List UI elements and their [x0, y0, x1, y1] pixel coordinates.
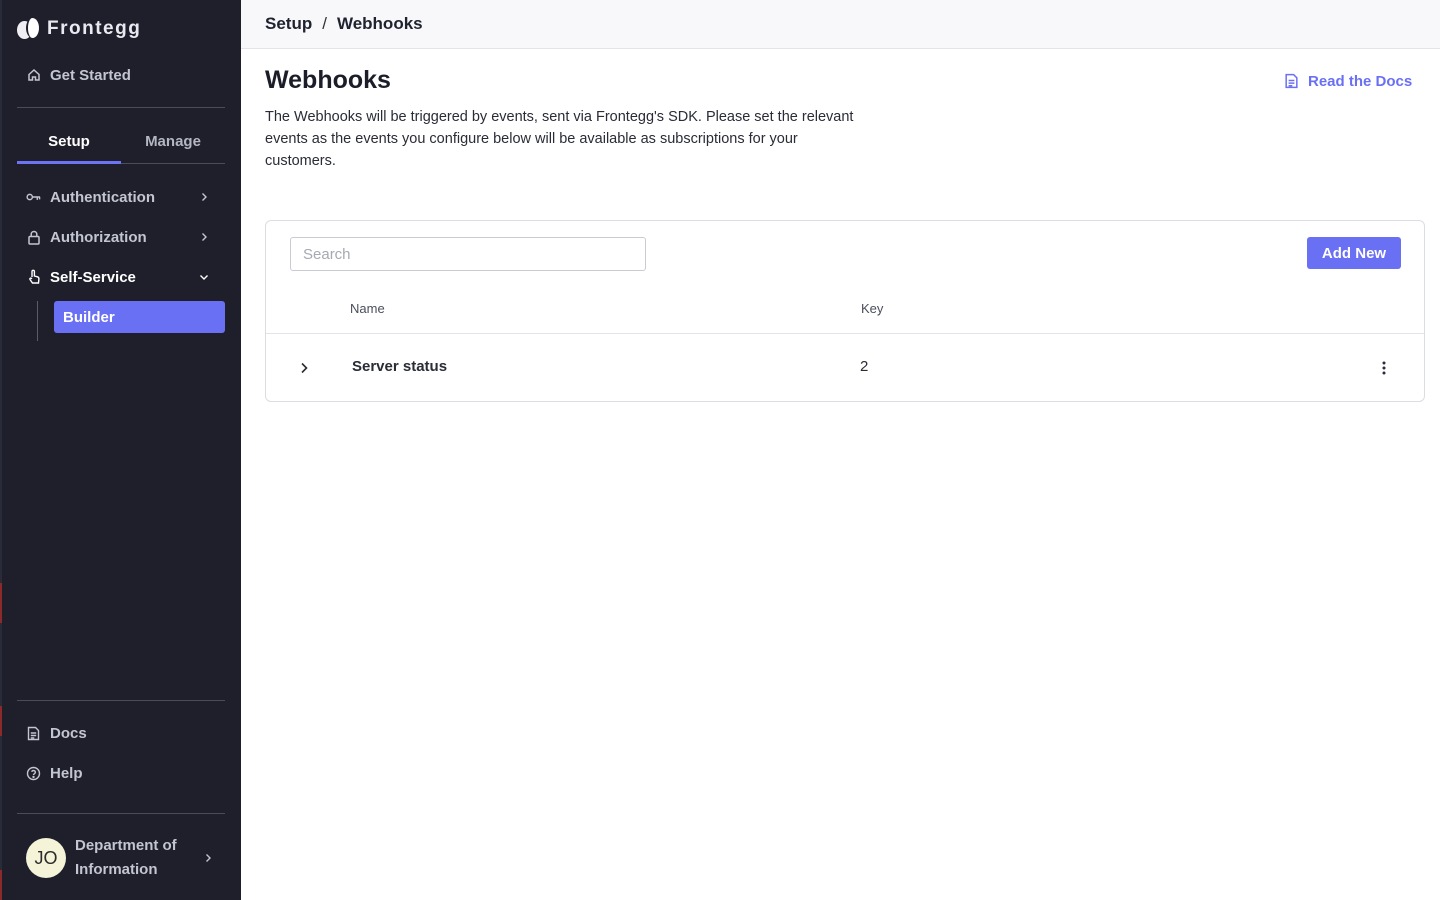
page-description: The Webhooks will be triggered by events… — [265, 109, 854, 169]
read-docs-link[interactable]: Read the Docs — [1284, 70, 1412, 92]
avatar: JO — [26, 838, 66, 878]
chevron-right-icon — [206, 854, 211, 862]
webhooks-table-card: Add New Name Key Server status 2 — [265, 220, 1425, 402]
column-header-key: Key — [861, 301, 884, 316]
lock-icon — [26, 230, 41, 245]
sidebar-item-label: Authorization — [50, 228, 147, 246]
sidebar-item-label: Help — [50, 764, 83, 782]
divider — [17, 107, 225, 108]
chevron-right-icon — [202, 233, 207, 241]
sidebar-item-label: Docs — [50, 724, 87, 742]
brand-logo[interactable]: Frontegg — [17, 15, 141, 43]
breadcrumb-separator: / — [322, 14, 327, 33]
home-icon — [26, 68, 41, 83]
sidebar-item-help[interactable]: Help — [17, 758, 225, 788]
page-title: Webhooks — [265, 66, 391, 94]
hand-pointer-icon — [26, 269, 41, 285]
read-docs-label: Read the Docs — [1308, 72, 1413, 90]
sidebar-subitem-builder[interactable]: Builder — [54, 301, 225, 333]
brand-name: Frontegg — [47, 18, 142, 39]
sidebar-edge — [0, 0, 2, 900]
sidebar-item-docs[interactable]: Docs — [17, 718, 225, 748]
document-icon — [1285, 73, 1298, 89]
breadcrumb-parent[interactable]: Setup — [265, 14, 312, 34]
chevron-right-icon[interactable] — [296, 360, 312, 376]
frontegg-logo-icon — [17, 18, 39, 40]
breadcrumb: Setup / Webhooks — [241, 0, 1440, 49]
column-header-name: Name — [350, 301, 385, 316]
window-edge-mark — [0, 706, 2, 736]
search-input[interactable] — [290, 237, 646, 271]
tab-manage[interactable]: Manage — [121, 120, 225, 163]
divider — [17, 700, 225, 701]
help-circle-icon — [26, 766, 41, 781]
chevron-right-icon — [202, 193, 207, 201]
add-new-button[interactable]: Add New — [1307, 237, 1401, 269]
user-menu[interactable]: JO Department of Information — [17, 826, 225, 890]
key-icon — [26, 190, 41, 205]
tab-setup[interactable]: Setup — [17, 120, 121, 164]
table-row[interactable]: Server status 2 — [266, 334, 1424, 401]
sidebar-item-label: Authentication — [50, 188, 155, 206]
window-edge-mark — [0, 870, 2, 900]
sidebar-item-self-service[interactable]: Self-Service — [17, 262, 225, 292]
sidebar-item-authorization[interactable]: Authorization — [17, 222, 225, 252]
more-vertical-icon[interactable] — [1374, 358, 1394, 378]
divider — [17, 813, 225, 814]
sidebar-item-authentication[interactable]: Authentication — [17, 182, 225, 212]
row-key: 2 — [860, 358, 869, 375]
chevron-down-icon — [200, 275, 208, 280]
window-edge-mark — [0, 583, 2, 623]
document-icon — [26, 726, 41, 741]
submenu-guide-line — [37, 301, 38, 341]
nav-get-started[interactable]: Get Started — [17, 60, 225, 90]
nav-label: Get Started — [50, 66, 131, 84]
sidebar: Frontegg Get Started Setup Manage Authen… — [0, 0, 241, 900]
breadcrumb-current: Webhooks — [336, 14, 423, 33]
sidebar-item-label: Self-Service — [50, 268, 136, 286]
row-name: Server status — [352, 358, 448, 375]
sidebar-tabs: Setup Manage — [17, 120, 225, 164]
user-name: Department of Information — [75, 837, 177, 878]
